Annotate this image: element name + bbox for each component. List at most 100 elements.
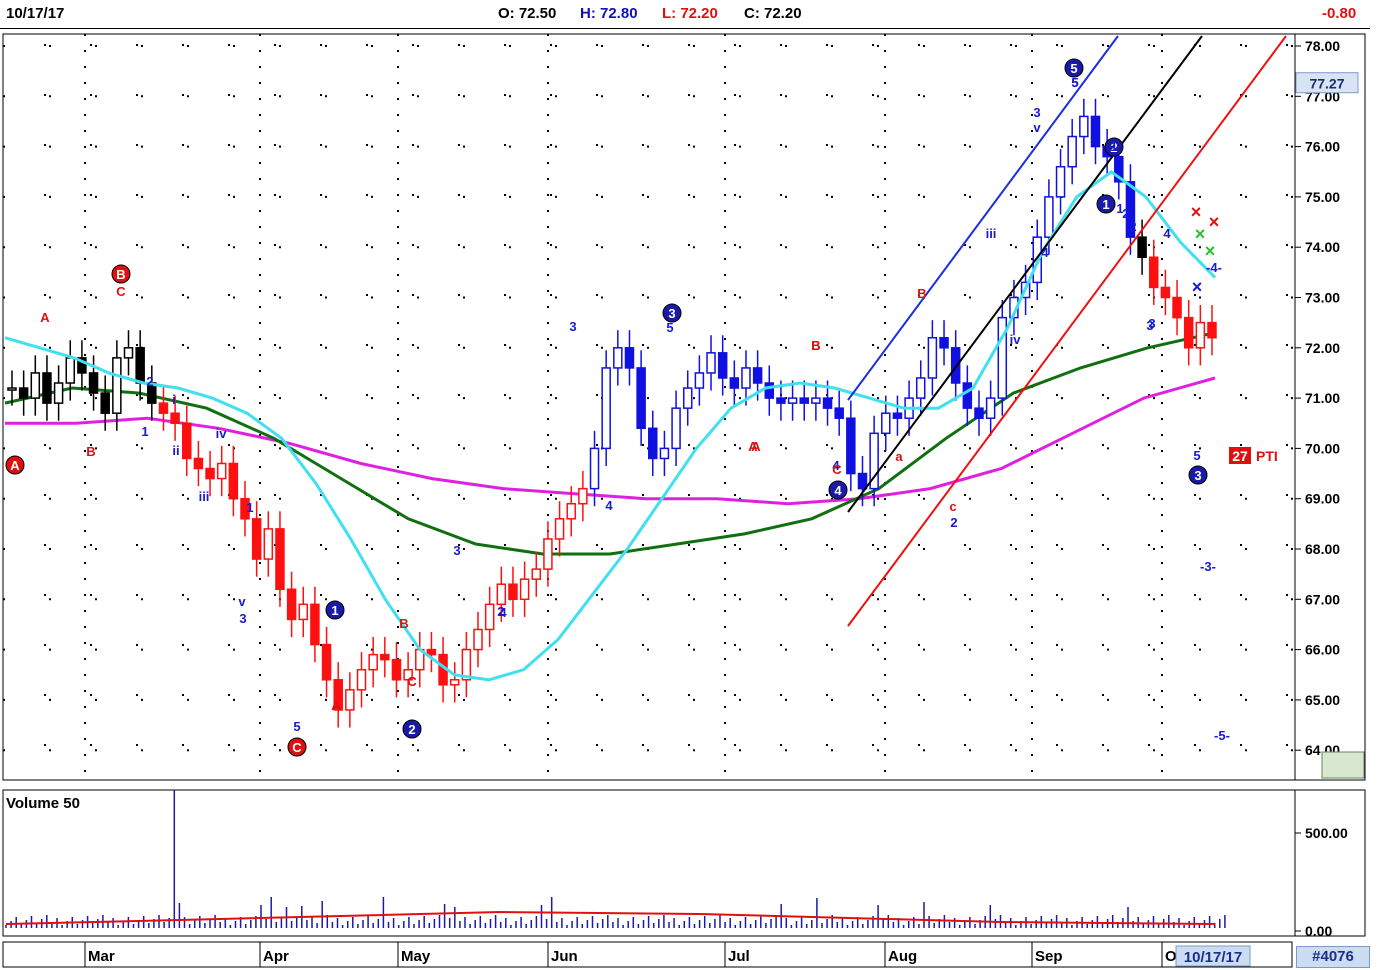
- wave-label-blue: 3: [1033, 105, 1040, 120]
- volume-label: Volume 50: [6, 795, 80, 812]
- candle-body: [193, 457, 204, 470]
- x-marker: ×: [1209, 212, 1220, 232]
- candle-body: [892, 412, 903, 419]
- wave-label-blue: 5: [666, 320, 673, 335]
- candle-body: [42, 372, 52, 404]
- candle-body: [589, 447, 600, 490]
- candle-body: [799, 397, 809, 404]
- price-label: 74.00: [1305, 239, 1340, 255]
- candle-body: [659, 447, 670, 460]
- candle-body: [484, 603, 495, 631]
- price-label: 69.00: [1305, 491, 1340, 507]
- wave-label-blue: ii: [172, 443, 179, 458]
- candle-body: [112, 357, 122, 414]
- wave-circle-text: 3: [1194, 468, 1201, 483]
- wave-label-blue: 3: [453, 543, 460, 558]
- candle-body: [1090, 115, 1101, 148]
- candle-body: [18, 387, 29, 399]
- wave-label-blue: v: [1033, 120, 1041, 135]
- pti-label: PTI: [1256, 448, 1278, 464]
- price-label: 75.00: [1305, 189, 1340, 205]
- candle-body: [135, 347, 145, 384]
- wave-label-red: C: [116, 284, 126, 299]
- month-label-O: O: [1165, 948, 1177, 965]
- price-label: 70.00: [1305, 440, 1340, 456]
- price-label: 78.00: [1305, 38, 1340, 54]
- month-label-Mar: Mar: [88, 948, 115, 965]
- wave-label-blue: -4-: [1206, 260, 1222, 275]
- price-label: 67.00: [1305, 591, 1340, 607]
- candle-body: [356, 668, 367, 691]
- candle-body: [939, 336, 949, 349]
- candle-body: [88, 372, 99, 394]
- candle-body: [752, 367, 763, 384]
- candle-body: [764, 382, 775, 399]
- chart-settings-icon: [1321, 751, 1365, 779]
- wave-circle-text: B: [116, 267, 125, 282]
- candle-body: [1148, 256, 1159, 289]
- wave-label-blue: 4: [1041, 245, 1049, 260]
- wave-label-red: c: [949, 499, 956, 514]
- candle-body: [694, 372, 705, 389]
- candle-body: [624, 347, 635, 369]
- candle-body: [857, 472, 868, 490]
- wave-label-red: A: [748, 439, 758, 454]
- candle-body: [636, 367, 646, 430]
- price-label: 72.00: [1305, 340, 1340, 356]
- candle-body: [263, 528, 274, 560]
- candle-body: [449, 679, 460, 686]
- candle-body: [1160, 286, 1171, 299]
- wave-label-red: A: [40, 310, 50, 325]
- wave-label-blue: 4: [499, 605, 507, 620]
- candle-body: [519, 578, 530, 601]
- candle-body: [158, 402, 169, 414]
- candle-body: [822, 397, 833, 409]
- candle-body: [1195, 321, 1206, 349]
- x-marker: ×: [1191, 202, 1202, 222]
- volume-axis: [1294, 789, 1366, 937]
- candle-body: [7, 387, 17, 391]
- candle-body: [543, 538, 553, 570]
- x-marker: ×: [1195, 224, 1206, 244]
- candle-body: [170, 412, 180, 425]
- wave-label-red: B: [86, 444, 95, 459]
- wave-label-blue: 1: [1110, 139, 1117, 154]
- wave-circle-text: A: [10, 458, 20, 473]
- wave-label-blue: iv: [1010, 332, 1022, 347]
- month-label-Apr: Apr: [263, 948, 289, 965]
- candle-body: [578, 487, 588, 505]
- wave-label-red: C: [832, 462, 842, 477]
- wave-label-blue: 4: [1163, 226, 1171, 241]
- wave-label-blue: 3: [239, 611, 246, 626]
- wave-label-blue: 3: [569, 319, 576, 334]
- wave-label-blue: i: [172, 392, 176, 407]
- price-label: 73.00: [1305, 290, 1340, 306]
- price-chart: Mar Apr May Jun Jul Aug Sep O78.0077.0076.0075.…: [2, 33, 1366, 968]
- wave-label-blue: 5: [1193, 448, 1200, 463]
- wave-label-blue: 2: [950, 515, 957, 530]
- x-marker: ×: [1205, 241, 1216, 261]
- candle-body: [962, 382, 973, 409]
- candle-body: [1172, 296, 1182, 319]
- candle-body: [345, 689, 355, 711]
- candle-body: [601, 367, 611, 450]
- candle-body: [648, 427, 658, 460]
- candle-body: [298, 603, 309, 621]
- candle-body: [846, 417, 856, 475]
- wave-label-red: B: [399, 616, 408, 631]
- footer-date: 10/17/17: [1184, 949, 1242, 966]
- candle-body: [566, 502, 576, 520]
- wave-circle-text: 5: [1070, 61, 1077, 76]
- candle-body: [216, 462, 227, 480]
- price-label: 71.00: [1305, 390, 1340, 406]
- price-label: 65.00: [1305, 692, 1340, 708]
- wave-label-blue: 1: [1116, 201, 1123, 216]
- chart-id-badge: #4076: [1296, 946, 1370, 968]
- candle-body: [251, 518, 262, 560]
- candle-body: [496, 583, 507, 606]
- candle-body: [950, 347, 961, 384]
- candle-body: [1137, 236, 1147, 259]
- candle-body: [426, 648, 437, 656]
- candle-body: [706, 352, 716, 374]
- wave-circle-text: 1: [1102, 197, 1109, 212]
